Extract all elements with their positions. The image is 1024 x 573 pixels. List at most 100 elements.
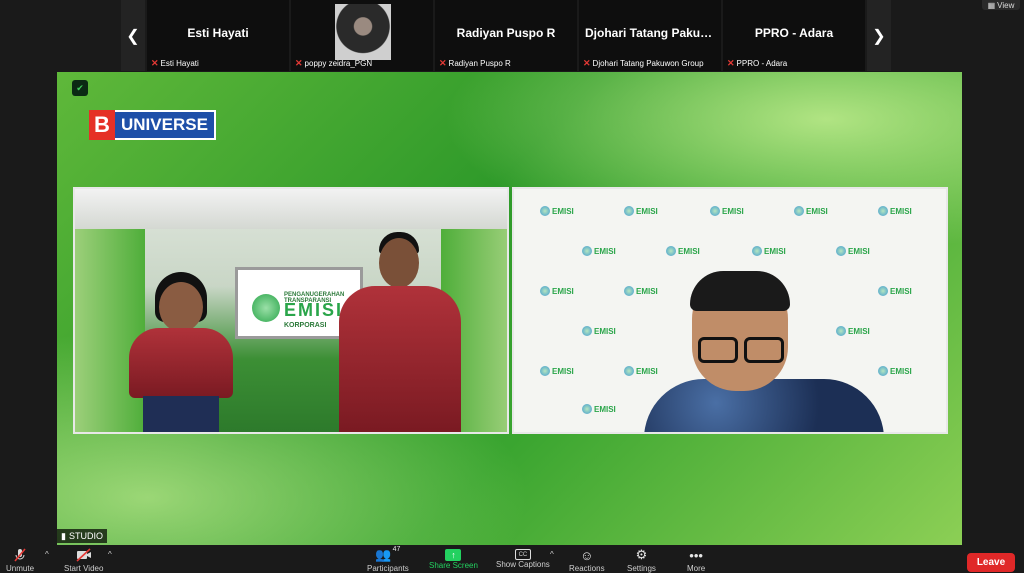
show-captions-button[interactable]: CC Show Captions <box>496 546 550 573</box>
backdrop-logo-text: EMISI <box>636 206 658 216</box>
participant-tile[interactable]: Djohari Tatang Pakuw... ✕ Djohari Tatang … <box>579 0 721 71</box>
backdrop-logo: EMISI <box>582 323 628 339</box>
globe-icon <box>752 246 762 256</box>
backdrop-logo: EMISI <box>752 243 798 259</box>
backdrop-logo: EMISI <box>836 243 882 259</box>
backdrop-logo-text: EMISI <box>764 246 786 256</box>
participant-label: poppy zeidra_PGN <box>304 59 373 68</box>
speaker-video-panel: EMISI EMISI EMISI EMISI EMISI EMISI EMIS… <box>512 187 948 434</box>
gear-icon: ⚙ <box>635 547 648 562</box>
backdrop-logo-text: EMISI <box>848 246 870 256</box>
backdrop-logo: EMISI <box>794 203 840 219</box>
backdrop-logo-text: EMISI <box>806 206 828 216</box>
globe-icon <box>710 206 720 216</box>
globe-icon <box>540 206 550 216</box>
participant-tile-name: PPRO - Adara <box>754 26 834 40</box>
backdrop-logo-text: EMISI <box>722 206 744 216</box>
speaker-body <box>644 379 884 432</box>
start-video-label: Start Video <box>64 564 104 573</box>
backdrop-logo: EMISI <box>540 363 586 379</box>
participants-button[interactable]: 👥 47 Participants <box>367 546 409 573</box>
smiley-plus-icon: ☺ <box>580 547 594 563</box>
logo-b: B <box>89 110 115 140</box>
globe-icon <box>582 326 592 336</box>
globe-icon <box>582 404 592 414</box>
participant-tile[interactable]: Radiyan Puspo R ✕ Radiyan Puspo R <box>435 0 577 71</box>
backdrop-logo-text: EMISI <box>678 246 700 256</box>
participant-tile-name: Djohari Tatang Pakuw... <box>585 26 720 40</box>
backdrop-logo-text: EMISI <box>636 366 658 376</box>
participants-icon: 👥 47 <box>375 546 401 562</box>
backdrop-logo: EMISI <box>878 203 924 219</box>
participant-strip: ❮ Esti Hayati ✕ Esti Hayati ✕ poppy zeidra… <box>121 0 898 71</box>
meeting-toolbar: Unmute ^ Start Video ^ 👥 47 Participants … <box>0 546 1024 573</box>
globe-icon <box>252 294 280 322</box>
speaker-hair <box>690 271 790 311</box>
participants-label: Participants <box>367 564 409 573</box>
share-screen-button[interactable]: ↑ Share Screen <box>429 546 478 573</box>
main-video: ✔ B UNIVERSE PENGANUGERAHAN TRANSPARANSI… <box>57 72 962 545</box>
buniverse-logo: B UNIVERSE <box>89 110 216 140</box>
video-options-chevron-icon[interactable]: ^ <box>108 550 112 559</box>
strip-prev-arrow-icon[interactable]: ❮ <box>121 0 145 71</box>
encryption-shield-icon[interactable]: ✔ <box>72 80 88 96</box>
grid-icon: ▦ <box>987 0 996 10</box>
host-woman <box>125 272 235 432</box>
start-video-button[interactable]: Start Video <box>64 546 103 573</box>
host-man <box>335 232 465 432</box>
backdrop-logo: EMISI <box>666 243 712 259</box>
backdrop-logo-text: EMISI <box>890 206 912 216</box>
backdrop-logo-text: EMISI <box>890 286 912 296</box>
mic-muted-icon: ✕ <box>727 58 735 68</box>
backdrop-logo: EMISI <box>540 283 586 299</box>
globe-icon <box>878 286 888 296</box>
participant-label: Esti Hayati <box>160 59 199 68</box>
participant-photo <box>335 4 391 60</box>
participant-tile[interactable]: PPRO - Adara ✕ PPRO - Adara <box>723 0 865 71</box>
backdrop-logo-text: EMISI <box>636 286 658 296</box>
more-dots-icon: ••• <box>689 547 703 563</box>
backdrop-logo: EMISI <box>624 283 670 299</box>
more-button[interactable]: ••• More <box>687 546 705 573</box>
participant-tile-name: Radiyan Puspo R <box>456 26 556 40</box>
globe-icon <box>878 206 888 216</box>
unmute-button[interactable]: Unmute <box>6 546 34 573</box>
mic-muted-icon: ✕ <box>151 58 159 68</box>
view-button[interactable]: ▦ View <box>982 0 1020 10</box>
view-button-label: View <box>997 0 1015 10</box>
globe-icon <box>582 246 592 256</box>
participant-label: PPRO - Adara <box>736 59 788 68</box>
zoom-meeting-window: ▦ View ❮ Esti Hayati ✕ Esti Hayati ✕ poppy… <box>0 0 1024 573</box>
backdrop-logo-text: EMISI <box>890 366 912 376</box>
backdrop-logo-text: EMISI <box>594 326 616 336</box>
backdrop-logo: EMISI <box>878 363 924 379</box>
backdrop-logo: EMISI <box>710 203 756 219</box>
backdrop-logo-text: EMISI <box>552 366 574 376</box>
backdrop-logo: EMISI <box>582 243 628 259</box>
backdrop-logo: EMISI <box>624 363 670 379</box>
participant-tile[interactable]: ✕ poppy zeidra_PGN <box>291 0 433 71</box>
participant-label: Radiyan Puspo R <box>448 59 511 68</box>
backdrop-logo: EMISI <box>878 283 924 299</box>
strip-next-arrow-icon[interactable]: ❯ <box>867 0 891 71</box>
globe-icon <box>836 326 846 336</box>
reactions-button[interactable]: ☺ Reactions <box>569 546 605 573</box>
share-screen-icon: ↑ <box>445 549 462 561</box>
captions-icon: CC <box>514 549 531 560</box>
settings-button[interactable]: ⚙ Settings <box>627 546 656 573</box>
leave-button[interactable]: Leave <box>967 553 1015 572</box>
more-label: More <box>687 564 706 573</box>
globe-icon <box>836 246 846 256</box>
backdrop-logo-text: EMISI <box>594 246 616 256</box>
name-tag: ▮ STUDIO <box>57 529 107 543</box>
audio-options-chevron-icon[interactable]: ^ <box>45 550 49 559</box>
backdrop-logo: EMISI <box>582 401 628 417</box>
mic-muted-icon <box>13 546 27 564</box>
captions-options-chevron-icon[interactable]: ^ <box>550 550 554 559</box>
backdrop-logo-text: EMISI <box>848 326 870 336</box>
unmute-label: Unmute <box>6 564 35 573</box>
participant-tile[interactable]: Esti Hayati ✕ Esti Hayati <box>147 0 289 71</box>
backdrop-logo: EMISI <box>540 203 586 219</box>
studio-screen-line2: KORPORASI <box>284 322 327 329</box>
logo-text: UNIVERSE <box>115 110 216 140</box>
